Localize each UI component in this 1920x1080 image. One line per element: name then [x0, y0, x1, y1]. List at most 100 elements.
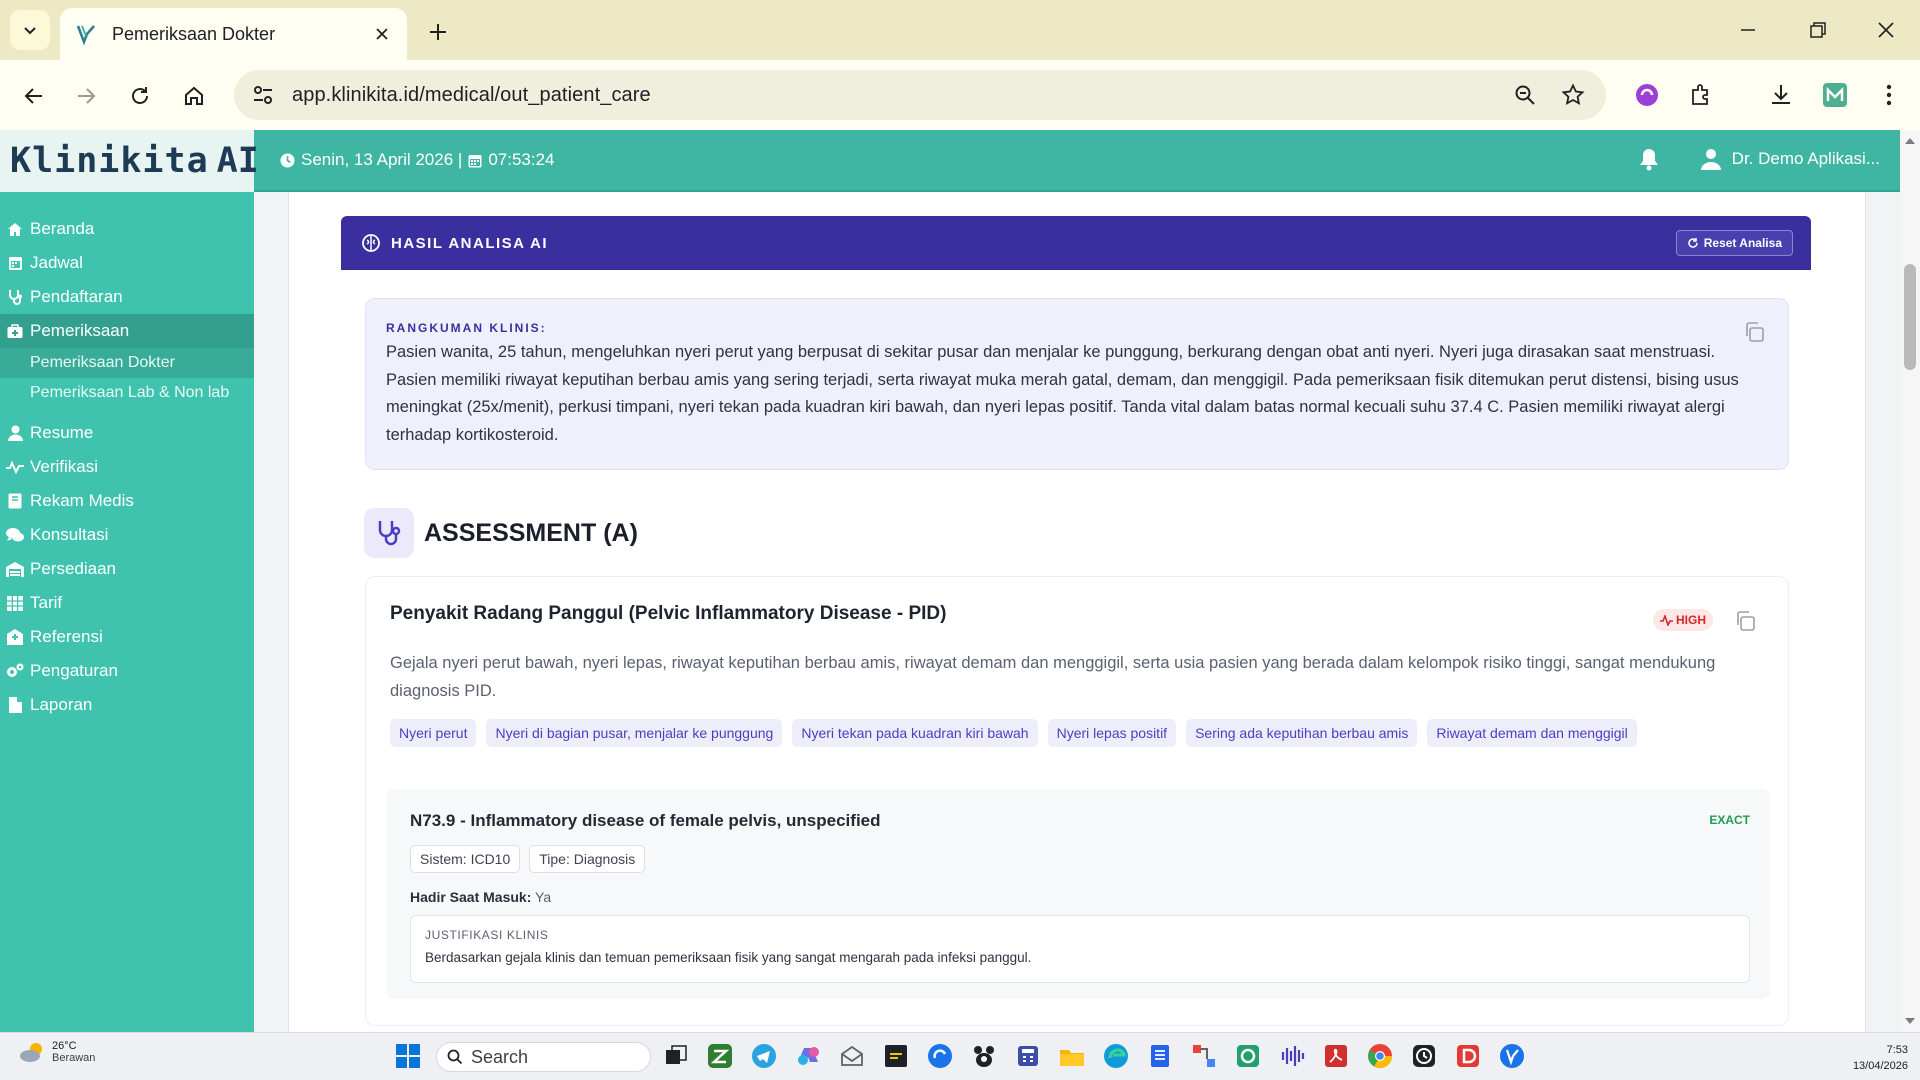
reset-icon: [1687, 238, 1698, 248]
copilot-icon[interactable]: [794, 1042, 822, 1070]
scroll-up-icon[interactable]: [1900, 134, 1920, 148]
sidebar-item-verifikasi[interactable]: Verifikasi: [0, 450, 254, 484]
app-logo[interactable]: Klinikita AI: [0, 130, 259, 192]
sidebar: Beranda Jadwal Pendaftaran Pemeriksaan P…: [0, 192, 254, 1032]
sidebar-item-resume[interactable]: Resume: [0, 416, 254, 450]
extensions-puzzle-icon[interactable]: [1684, 78, 1718, 112]
copy-summary-icon[interactable]: [1742, 320, 1766, 344]
zoom-icon[interactable]: [1510, 80, 1540, 110]
clinical-summary-label: RANGKUMAN KLINIS:: [386, 321, 547, 335]
page-scrollbar[interactable]: [1900, 130, 1920, 1032]
pdf-reader-icon[interactable]: [1322, 1042, 1350, 1070]
app-green-icon[interactable]: [706, 1042, 734, 1070]
header-datetime: Senin, 13 April 2026 | 07:53:24: [280, 150, 555, 170]
extension-purple-icon[interactable]: [1630, 78, 1664, 112]
restore-icon: [1810, 22, 1826, 38]
task-view-icon[interactable]: [662, 1042, 690, 1070]
close-window-button[interactable]: [1866, 14, 1906, 46]
sidebar-item-label: Tarif: [30, 593, 63, 612]
search-icon: [447, 1049, 463, 1065]
edge-alt-icon[interactable]: [926, 1042, 954, 1070]
sidebar-subitem-pemeriksaan-lab[interactable]: Pemeriksaan Lab & Non lab: [0, 378, 254, 408]
weather-temp: 26°C: [52, 1040, 77, 1052]
home-icon: [185, 86, 203, 105]
risk-badge-label: HIGH: [1676, 613, 1706, 627]
klinikita-app-icon[interactable]: [1498, 1042, 1526, 1070]
browser-menu-icon[interactable]: [1872, 78, 1906, 112]
sidebar-item-beranda[interactable]: Beranda: [0, 212, 254, 246]
browser-tab[interactable]: Pemeriksaan Dokter: [60, 8, 407, 60]
reset-analysis-label: Reset Analisa: [1703, 236, 1782, 250]
system-date: 13/04/2026: [1852, 1060, 1908, 1072]
sidebar-item-rekam-medis[interactable]: Rekam Medis: [0, 484, 254, 518]
new-tab-button[interactable]: [424, 18, 452, 46]
stethoscope-icon: [6, 288, 24, 306]
sidebar-item-label: Pengaturan: [30, 661, 118, 680]
audio-wave-icon[interactable]: [1278, 1042, 1306, 1070]
user-name[interactable]: Dr. Demo Aplikasi...: [1732, 149, 1880, 169]
chat-icon: [6, 526, 24, 544]
url-text[interactable]: app.klinikita.id/medical/out_patient_car…: [292, 84, 1510, 107]
paw-app-icon[interactable]: [970, 1042, 998, 1070]
profile-avatar-icon[interactable]: [1818, 78, 1852, 112]
minimize-button[interactable]: [1728, 14, 1768, 46]
sidebar-item-label: Beranda: [30, 219, 95, 238]
tab-close-icon[interactable]: [371, 23, 393, 45]
taskbar-search[interactable]: Search: [436, 1042, 651, 1072]
sidebar-item-label: Pendaftaran: [30, 287, 123, 306]
gears-icon: [6, 662, 24, 680]
mail-icon[interactable]: [838, 1042, 866, 1070]
system-clock[interactable]: 7:53 13/04/2026: [1853, 1042, 1908, 1074]
stethoscope-icon: [364, 508, 414, 558]
tab-search-button[interactable]: [10, 10, 50, 50]
home-button[interactable]: [178, 80, 210, 112]
bell-icon[interactable]: [1638, 147, 1660, 171]
scrollbar-thumb[interactable]: [1904, 264, 1916, 370]
notepad-icon[interactable]: [1146, 1042, 1174, 1070]
sidebar-item-laporan[interactable]: Laporan: [0, 688, 254, 722]
sheets-app-icon[interactable]: [1234, 1042, 1262, 1070]
back-button[interactable]: [18, 80, 50, 112]
forward-button[interactable]: [70, 80, 102, 112]
clock-app-icon[interactable]: [1410, 1042, 1438, 1070]
calculator-icon[interactable]: [1014, 1042, 1042, 1070]
scroll-down-icon[interactable]: [1900, 1014, 1920, 1028]
sidebar-item-referensi[interactable]: Referensi: [0, 620, 254, 654]
d-app-icon[interactable]: [1454, 1042, 1482, 1070]
chrome-icon[interactable]: [1366, 1042, 1394, 1070]
network-tool-icon[interactable]: [1190, 1042, 1218, 1070]
reload-button[interactable]: [124, 80, 156, 112]
sidebar-item-pendaftaran[interactable]: Pendaftaran: [0, 280, 254, 314]
sidebar-item-jadwal[interactable]: Jadwal: [0, 246, 254, 280]
weather-widget[interactable]: 26°C Berawan: [18, 1040, 95, 1064]
download-icon[interactable]: [1764, 78, 1798, 112]
sidebar-subitem-pemeriksaan-dokter[interactable]: Pemeriksaan Dokter: [0, 348, 254, 378]
sidebar-item-tarif[interactable]: Tarif: [0, 586, 254, 620]
sidebar-item-konsultasi[interactable]: Konsultasi: [0, 518, 254, 552]
header-actions: Dr. Demo Aplikasi...: [1638, 147, 1880, 171]
sidebar-item-persediaan[interactable]: Persediaan: [0, 552, 254, 586]
windows-start-icon[interactable]: [394, 1042, 422, 1070]
bookmark-star-icon[interactable]: [1558, 80, 1588, 110]
symptom-tag: Nyeri di bagian pusar, menjalar ke pungg…: [486, 719, 783, 747]
reset-analysis-button[interactable]: Reset Analisa: [1675, 230, 1793, 256]
edge-icon[interactable]: [1102, 1042, 1130, 1070]
arrow-left-icon: [24, 88, 42, 104]
address-bar[interactable]: app.klinikita.id/medical/out_patient_car…: [234, 70, 1606, 120]
telegram-icon[interactable]: [750, 1042, 778, 1070]
sidebar-item-pengaturan[interactable]: Pengaturan: [0, 654, 254, 688]
calendar-icon: [468, 154, 482, 167]
logo-ai-text: AI: [216, 141, 259, 181]
sticky-notes-icon[interactable]: [882, 1042, 910, 1070]
sidebar-item-label: Laporan: [30, 695, 93, 714]
restore-button[interactable]: [1798, 14, 1838, 46]
clinical-justification-box: JUSTIFIKASI KLINIS Berdasarkan gejala kl…: [410, 915, 1750, 983]
sidebar-item-label: Jadwal: [30, 253, 83, 272]
copy-diagnosis-icon[interactable]: [1733, 609, 1757, 633]
reload-icon: [132, 87, 148, 104]
os-taskbar: [0, 1032, 1920, 1080]
taskbar-search-label: Search: [471, 1046, 529, 1067]
sidebar-item-pemeriksaan[interactable]: Pemeriksaan: [0, 314, 254, 348]
file-explorer-icon[interactable]: [1058, 1042, 1086, 1070]
site-info-icon[interactable]: [246, 78, 280, 112]
